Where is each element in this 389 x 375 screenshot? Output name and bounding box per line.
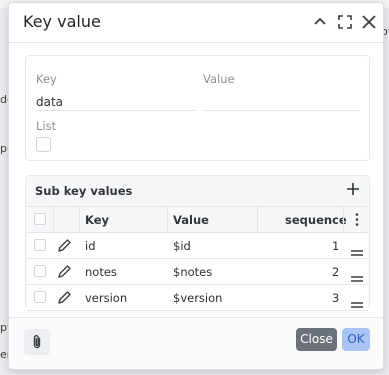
cell-sequence: 1 — [332, 239, 340, 253]
dialog-title: Key value — [23, 12, 101, 31]
value-field-underline — [203, 110, 360, 111]
column-menu-icon[interactable] — [355, 212, 359, 227]
drag-handle-icon[interactable] — [351, 294, 363, 308]
attachment-button[interactable] — [24, 329, 50, 355]
edit-icon[interactable] — [57, 264, 72, 279]
column-divider — [257, 207, 258, 233]
drag-handle-icon[interactable] — [351, 268, 363, 282]
column-divider — [167, 207, 168, 233]
cell-sequence: 2 — [332, 265, 340, 279]
column-header-sequence[interactable]: sequence — [285, 213, 347, 227]
edit-icon[interactable] — [57, 238, 72, 253]
ok-button[interactable]: OK — [342, 328, 370, 351]
sub-key-values-table: Key Value sequence id $id 1 notes $notes… — [27, 206, 368, 311]
cell-sequence: 3 — [332, 291, 340, 305]
column-divider — [343, 207, 344, 233]
chevron-up-icon[interactable] — [311, 13, 329, 31]
key-label: Key — [36, 72, 57, 86]
key-value-dialog: Key value Key data Value List Sub key va… — [8, 2, 384, 370]
cell-value: $id — [173, 239, 191, 253]
dialog-header: Key value — [9, 3, 383, 43]
add-row-icon[interactable] — [345, 181, 361, 197]
column-header-key[interactable]: Key — [85, 213, 109, 227]
cell-key: id — [85, 239, 96, 253]
drag-handle-icon[interactable] — [351, 242, 363, 256]
table-row[interactable]: version $version 3 — [27, 285, 368, 311]
sub-key-values-title: Sub key values — [35, 184, 133, 198]
dialog-footer: Close OK — [9, 317, 383, 369]
select-all-checkbox[interactable] — [34, 213, 46, 225]
edit-icon[interactable] — [57, 290, 72, 305]
table-row[interactable]: id $id 1 — [27, 233, 368, 259]
list-checkbox[interactable] — [36, 137, 51, 152]
column-divider — [79, 207, 80, 233]
cell-value: $version — [173, 291, 223, 305]
column-divider — [53, 207, 54, 233]
fullscreen-icon[interactable] — [336, 13, 354, 31]
close-icon[interactable] — [360, 13, 378, 31]
key-field-underline — [36, 110, 196, 111]
close-button[interactable]: Close — [296, 328, 337, 351]
key-value-form: Key data Value List — [25, 55, 370, 161]
row-checkbox[interactable] — [34, 265, 46, 277]
key-field[interactable]: data — [36, 95, 63, 109]
row-checkbox[interactable] — [34, 291, 46, 303]
row-checkbox[interactable] — [34, 239, 46, 251]
list-label: List — [36, 119, 57, 133]
value-label: Value — [203, 72, 235, 86]
sub-key-values-panel: Sub key values Key Value sequence id $id… — [25, 175, 370, 311]
cell-key: notes — [85, 265, 117, 279]
column-header-value[interactable]: Value — [173, 213, 209, 227]
table-row[interactable]: notes $notes 2 — [27, 259, 368, 285]
cell-value: $notes — [173, 265, 213, 279]
table-header-row: Key Value sequence — [27, 207, 368, 233]
cell-key: version — [85, 291, 128, 305]
paperclip-icon — [33, 335, 41, 349]
